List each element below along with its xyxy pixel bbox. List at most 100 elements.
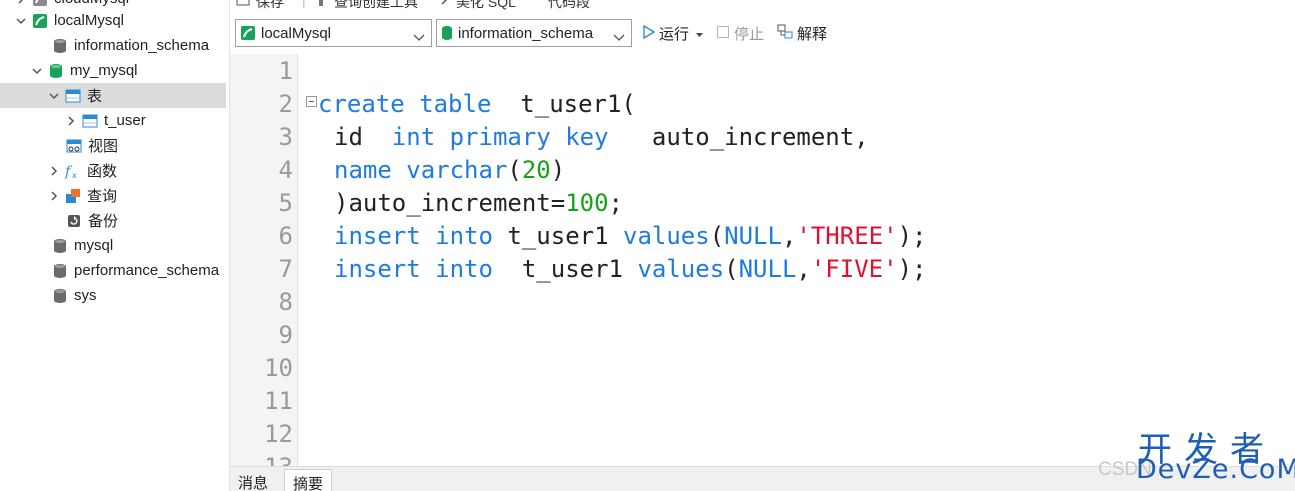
line-number: 10 xyxy=(264,354,293,382)
line-number: 13 xyxy=(233,453,293,466)
chevron-right-icon[interactable] xyxy=(64,114,78,128)
chevron-down-icon[interactable] xyxy=(47,89,61,103)
tree-item-label: 查询 xyxy=(87,188,118,205)
database-select[interactable]: information_schema xyxy=(436,19,632,47)
sql-number: 100 xyxy=(565,189,609,217)
run-dropdown-icon[interactable] xyxy=(696,25,704,42)
connection-select-value: localMysql xyxy=(261,24,332,42)
database-icon xyxy=(48,63,64,79)
tree-item-sys[interactable]: sys xyxy=(0,283,229,308)
svg-text:x: x xyxy=(72,171,77,179)
sql-text: ( xyxy=(507,156,522,184)
line-number: 9 xyxy=(278,321,293,349)
tree-item-label: 视图 xyxy=(88,138,119,155)
view-icon xyxy=(66,138,82,154)
tree-item-my-mysql[interactable]: my_mysql xyxy=(0,58,229,83)
sql-text: t_user1 xyxy=(492,222,623,250)
code-line-4: name varchar(20) xyxy=(334,156,565,184)
stop-button-label: 停止 xyxy=(734,26,765,43)
run-button[interactable]: 运行 xyxy=(643,23,704,44)
chevron-down-icon[interactable] xyxy=(14,14,28,28)
chevron-right-icon[interactable] xyxy=(14,0,28,6)
tab-messages[interactable]: 消息 xyxy=(230,469,276,491)
sql-text: ( xyxy=(724,255,739,283)
tree-item-label: mysql xyxy=(74,237,114,254)
stop-button[interactable]: 停止 xyxy=(717,23,764,44)
play-icon xyxy=(643,24,656,43)
database-icon xyxy=(52,263,68,279)
tree-item-views[interactable]: 视图 xyxy=(0,133,229,158)
chevron-down-icon xyxy=(413,29,425,46)
beautify-sql-button[interactable]: 美化 SQL xyxy=(456,0,516,12)
line-number: 12 xyxy=(264,420,293,448)
line-number: 4 xyxy=(278,156,293,184)
sql-text: ) xyxy=(550,156,566,184)
query-builder-icon xyxy=(316,0,326,9)
code-line-3: id int primary key auto_increment, xyxy=(334,123,869,151)
line-number: 2 xyxy=(278,90,293,118)
tree-item-mysql[interactable]: mysql xyxy=(0,233,229,258)
database-icon xyxy=(52,288,68,304)
line-number: 6 xyxy=(278,222,293,250)
top-toolbar: 保存 | 查询创建工具 美化 SQL 代码段 xyxy=(230,0,1295,14)
sql-keyword: insert into xyxy=(334,222,493,250)
chevron-right-icon[interactable] xyxy=(47,164,61,178)
database-icon xyxy=(52,38,68,54)
sql-keyword: values xyxy=(637,255,725,283)
tree-item-queries[interactable]: 查询 xyxy=(0,183,229,208)
sql-number: 20 xyxy=(521,156,551,184)
sql-keyword: name xyxy=(334,156,392,184)
sql-keyword: values xyxy=(623,222,710,250)
database-select-value: information_schema xyxy=(458,24,594,42)
tree-item-label: sys xyxy=(74,287,97,304)
table-icon xyxy=(82,113,98,129)
connection-select[interactable]: localMysql xyxy=(235,19,432,47)
snippet-icon xyxy=(532,0,546,9)
sql-text: ); xyxy=(897,255,927,283)
sql-editor[interactable]: 1 2 3 4 5 6 7 8 9 10 11 12 13 create tab… xyxy=(230,54,1295,466)
tree-item-label: cloudMysql xyxy=(54,0,129,7)
save-button[interactable]: 保存 xyxy=(256,0,284,12)
tree-item-label: information_schema xyxy=(74,37,210,54)
sql-text: , xyxy=(781,222,797,250)
sql-text: ; xyxy=(608,189,623,217)
mysql-connection-icon xyxy=(240,25,256,41)
line-number: 8 xyxy=(278,288,293,316)
save-icon xyxy=(236,0,250,9)
tree-item-label: 备份 xyxy=(88,213,119,230)
tree-item-label: my_mysql xyxy=(70,62,138,79)
tree-item-localmysql[interactable]: localMysql xyxy=(0,8,229,33)
tree-item-label: 函数 xyxy=(87,163,118,180)
tree-item-information-schema[interactable]: information_schema xyxy=(0,33,229,58)
code-line-5: )auto_increment=100; xyxy=(334,189,623,217)
sql-keyword: int primary key xyxy=(391,123,609,151)
sql-keyword: create table xyxy=(318,90,492,118)
explain-icon xyxy=(777,24,793,44)
tree-item-backups[interactable]: 备份 xyxy=(0,208,229,233)
chevron-right-icon[interactable] xyxy=(47,189,61,203)
tree-item-label: localMysql xyxy=(54,12,125,29)
watermark-domain: DevZe.CoM xyxy=(1136,454,1295,485)
tree-item-t-user[interactable]: t_user xyxy=(0,108,229,133)
code-line-6: insert into t_user1 values(NULL,'THREE')… xyxy=(334,222,926,250)
stop-icon xyxy=(717,25,729,42)
explain-button[interactable]: 解释 xyxy=(777,23,827,44)
line-number: 7 xyxy=(278,255,293,283)
query-toolbar: localMysql information_schema 运行 停止 解释 xyxy=(230,14,1295,54)
sql-keyword: NULL xyxy=(724,222,782,250)
database-icon xyxy=(52,238,68,254)
sql-text: t_user1 xyxy=(492,255,638,283)
tree-item-label: 表 xyxy=(87,88,103,105)
query-builder-button[interactable]: 查询创建工具 xyxy=(334,0,418,12)
tree-item-performance-schema[interactable]: performance_schema xyxy=(0,258,229,283)
fold-toggle[interactable] xyxy=(306,96,317,107)
tree-item-tables[interactable]: 表 xyxy=(0,83,226,108)
tab-summary[interactable]: 摘要 xyxy=(284,469,333,491)
code-snippet-button[interactable]: 代码段 xyxy=(548,0,590,12)
tree-item-functions[interactable]: fx 函数 xyxy=(0,158,229,183)
sql-string: 'THREE' xyxy=(796,222,898,250)
chevron-down-icon[interactable] xyxy=(30,64,44,78)
line-number: 11 xyxy=(264,387,293,415)
sql-text: ( xyxy=(709,222,725,250)
backup-icon xyxy=(66,213,82,229)
